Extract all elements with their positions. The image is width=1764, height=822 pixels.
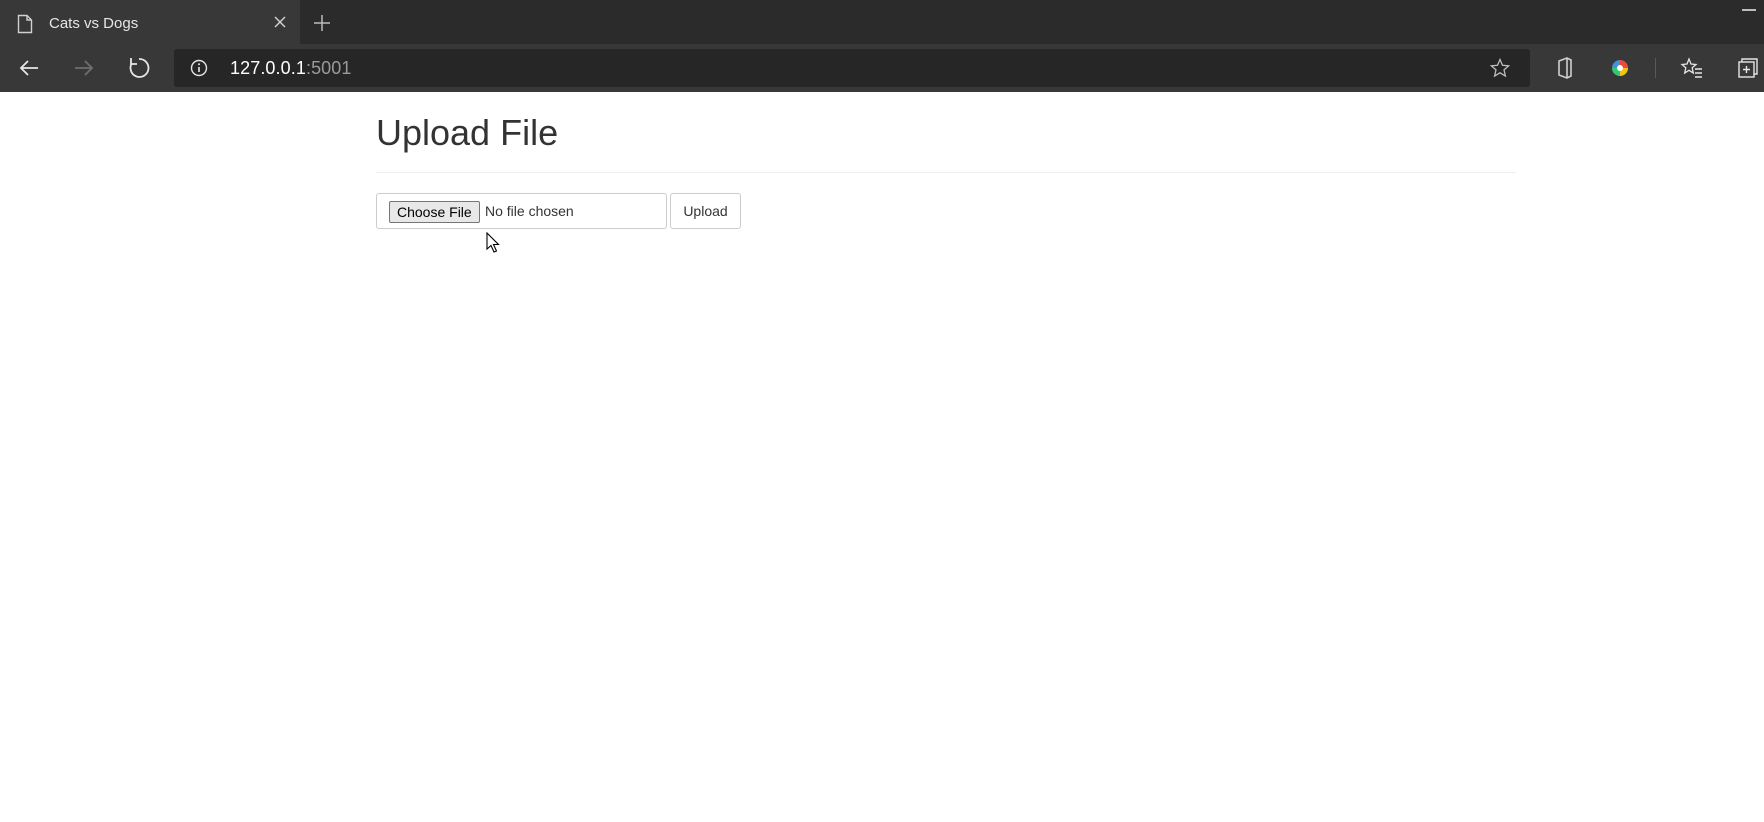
tab-strip: Cats vs Dogs <box>0 0 1764 44</box>
url-port: :5001 <box>305 58 352 78</box>
refresh-icon[interactable] <box>127 56 151 80</box>
star-icon[interactable] <box>1490 58 1510 78</box>
back-arrow-icon[interactable] <box>17 56 41 80</box>
toolbar-separator <box>1655 58 1656 78</box>
info-icon[interactable] <box>190 59 208 77</box>
favorites-icon[interactable] <box>1680 56 1704 80</box>
tab-title: Cats vs Dogs <box>49 15 139 32</box>
page-content: Upload File Choose File No file chosen U… <box>0 92 1764 822</box>
forward-arrow-icon[interactable] <box>72 56 96 80</box>
url-text[interactable]: 127.0.0.1:5001 <box>230 58 352 79</box>
file-input[interactable]: Choose File No file chosen <box>376 193 667 229</box>
color-wheel-icon[interactable] <box>1608 56 1632 80</box>
browser-toolbar: 127.0.0.1:5001 <box>0 44 1764 92</box>
address-bar[interactable]: 127.0.0.1:5001 <box>174 49 1530 87</box>
collections-icon[interactable] <box>1736 56 1760 80</box>
file-status-text: No file chosen <box>485 203 574 219</box>
page-icon <box>17 14 33 34</box>
upload-button[interactable]: Upload <box>670 193 741 229</box>
close-icon[interactable] <box>272 14 288 30</box>
office-icon[interactable] <box>1553 56 1577 80</box>
page-title: Upload File <box>376 112 559 153</box>
divider <box>376 172 1516 173</box>
url-host: 127.0.0.1 <box>230 58 306 78</box>
choose-file-button[interactable]: Choose File <box>389 201 480 223</box>
minimize-icon[interactable] <box>1742 9 1756 11</box>
plus-icon[interactable] <box>312 13 332 33</box>
active-tab[interactable]: Cats vs Dogs <box>0 0 300 44</box>
